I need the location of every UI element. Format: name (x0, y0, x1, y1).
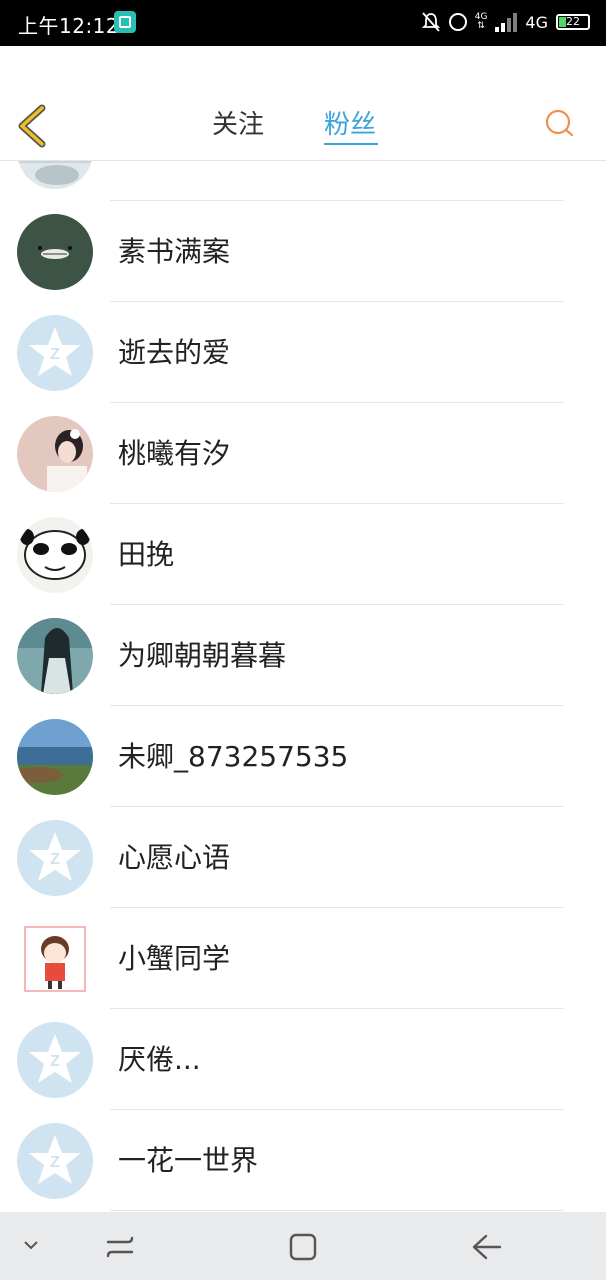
fans-list: 素书满案 Z 逝去的爱 桃曦有汐 田挽 为卿朝朝暮暮 未卿_873257535 … (0, 161, 606, 1211)
list-item[interactable]: 素书满案 (0, 201, 606, 302)
default-avatar-icon: Z (17, 820, 93, 896)
fan-name: 小蟹同学 (118, 942, 231, 975)
avatar (17, 618, 93, 694)
system-nav-bar (0, 1212, 606, 1280)
list-item[interactable]: 为卿朝朝暮暮 (0, 605, 606, 706)
fan-name: 田挽 (118, 538, 175, 571)
avatar (17, 719, 93, 795)
avatar (17, 416, 93, 492)
list-item[interactable]: 桃曦有汐 (0, 403, 606, 504)
fan-name: 厌倦... (118, 1043, 201, 1076)
screenshot-app-icon (114, 11, 136, 33)
fan-name: 为卿朝朝暮暮 (118, 639, 287, 672)
fan-name: 心愿心语 (118, 841, 231, 874)
chevron-left-icon[interactable] (14, 102, 54, 150)
fan-name: 未卿_873257535 (118, 740, 349, 773)
svg-text:Z: Z (50, 1154, 60, 1171)
network-4g-small: 4G ⇅ (474, 12, 488, 31)
avatar (17, 214, 93, 290)
header: 关注 粉丝 (0, 46, 606, 161)
chevron-down-icon[interactable] (22, 1238, 40, 1252)
mute-bell-icon (421, 12, 440, 32)
tab-fans[interactable]: 粉丝 (324, 108, 376, 142)
back-arrow-icon[interactable] (470, 1232, 504, 1262)
signal-icon (495, 12, 518, 32)
divider (110, 1210, 564, 1211)
recent-apps-icon[interactable] (104, 1232, 136, 1262)
avatar (17, 161, 93, 189)
avatar (17, 517, 93, 593)
tab-following[interactable]: 关注 (212, 108, 264, 142)
fan-name: 素书满案 (118, 235, 231, 268)
list-item[interactable]: Z 厌倦... (0, 1009, 606, 1110)
search-icon[interactable] (544, 108, 574, 138)
fan-name: 桃曦有汐 (118, 437, 231, 470)
list-item[interactable]: 田挽 (0, 504, 606, 605)
status-time: 上午12:12 (18, 14, 120, 38)
default-avatar-icon: Z (17, 315, 93, 391)
fan-name: 逝去的爱 (118, 336, 231, 369)
svg-text:Z: Z (50, 346, 60, 363)
list-item[interactable]: Z 一花一世界 (0, 1110, 606, 1211)
status-bar: 上午12:12 4G ⇅ 4G 22 (0, 0, 606, 46)
default-avatar-icon: Z (17, 1022, 93, 1098)
list-item[interactable]: Z 心愿心语 (0, 807, 606, 908)
list-item[interactable] (0, 161, 606, 201)
fan-name: 一花一世界 (118, 1144, 259, 1177)
list-item[interactable]: Z 逝去的爱 (0, 302, 606, 403)
home-icon[interactable] (288, 1232, 318, 1262)
list-item[interactable]: 未卿_873257535 (0, 706, 606, 807)
network-label: 4G (525, 12, 548, 32)
list-item[interactable]: 小蟹同学 (0, 908, 606, 1009)
battery-icon: 22 (556, 14, 590, 30)
active-tab-indicator (324, 143, 378, 145)
default-avatar-icon: Z (17, 1123, 93, 1199)
svg-text:Z: Z (50, 851, 60, 868)
avatar (17, 921, 93, 997)
alarm-icon (448, 13, 467, 31)
svg-text:Z: Z (50, 1053, 60, 1070)
